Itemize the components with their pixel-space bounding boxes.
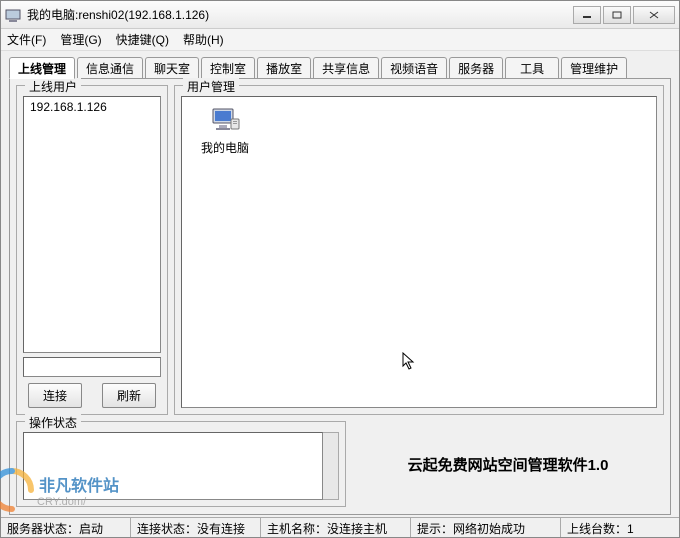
status-server: 服务器状态：启动 (1, 518, 131, 537)
address-input[interactable] (23, 357, 161, 377)
app-icon (5, 7, 21, 23)
op-status-text[interactable] (23, 432, 323, 500)
refresh-button[interactable]: 刷新 (102, 383, 156, 408)
tab-control[interactable]: 控制室 (201, 57, 255, 79)
cursor-icon (402, 352, 418, 375)
maximize-button[interactable] (603, 6, 631, 24)
online-users-list[interactable]: 192.168.1.126 (23, 96, 161, 353)
computer-label: 我的电脑 (190, 139, 260, 156)
op-status-group: 操作状态 (16, 421, 346, 507)
minimize-button[interactable] (573, 6, 601, 24)
status-bar: 服务器状态：启动 连接状态：没有连接 主机名称：没连接主机 提示：网络初始成功 … (1, 517, 679, 537)
online-users-group: 上线用户 192.168.1.126 连接 刷新 (16, 85, 168, 415)
list-item[interactable]: 192.168.1.126 (28, 99, 156, 115)
tab-video[interactable]: 视频语音 (381, 57, 447, 79)
tab-play[interactable]: 播放室 (257, 57, 311, 79)
tab-server[interactable]: 服务器 (449, 57, 503, 79)
menu-help[interactable]: 帮助(H) (183, 31, 224, 48)
titlebar[interactable]: 我的电脑:renshi02(192.168.1.126) (1, 1, 679, 29)
tab-maint[interactable]: 管理维护 (561, 57, 627, 79)
tab-bar: 上线管理 信息通信 聊天室 控制室 播放室 共享信息 视频语音 服务器 工具 管… (9, 57, 671, 79)
status-hint: 提示：网络初始成功 (411, 518, 561, 537)
user-mgmt-legend: 用户管理 (183, 78, 239, 95)
tab-chat[interactable]: 聊天室 (145, 57, 199, 79)
status-connection: 连接状态：没有连接 (131, 518, 261, 537)
status-count: 上线台数：1 (561, 518, 679, 537)
connect-button[interactable]: 连接 (28, 383, 82, 408)
client-area: 上线管理 信息通信 聊天室 控制室 播放室 共享信息 视频语音 服务器 工具 管… (1, 51, 679, 517)
brand-text: 云起免费网站空间管理软件1.0 (352, 421, 664, 507)
scrollbar[interactable] (323, 432, 339, 500)
user-icon-view[interactable]: 我的电脑 (181, 96, 657, 408)
menu-file[interactable]: 文件(F) (7, 31, 46, 48)
window-controls (571, 6, 675, 24)
status-host: 主机名称：没连接主机 (261, 518, 411, 537)
menu-manage[interactable]: 管理(G) (60, 31, 101, 48)
close-button[interactable] (633, 6, 675, 24)
op-status-legend: 操作状态 (25, 414, 81, 431)
menu-shortcut[interactable]: 快捷键(Q) (116, 31, 169, 48)
window-title: 我的电脑:renshi02(192.168.1.126) (27, 6, 571, 23)
tab-panel-online: 上线用户 192.168.1.126 连接 刷新 用户管理 (9, 78, 671, 515)
online-users-legend: 上线用户 (25, 78, 81, 95)
tab-online[interactable]: 上线管理 (9, 57, 75, 79)
user-mgmt-group: 用户管理 我的电脑 (174, 85, 664, 415)
app-window: 我的电脑:renshi02(192.168.1.126) 文件(F) 管理(G)… (0, 0, 680, 538)
tab-share[interactable]: 共享信息 (313, 57, 379, 79)
tab-infocomm[interactable]: 信息通信 (77, 57, 143, 79)
tab-tools[interactable]: 工具 (505, 57, 559, 79)
computer-icon (209, 105, 241, 137)
menu-bar: 文件(F) 管理(G) 快捷键(Q) 帮助(H) (1, 29, 679, 51)
computer-item[interactable]: 我的电脑 (190, 105, 260, 156)
